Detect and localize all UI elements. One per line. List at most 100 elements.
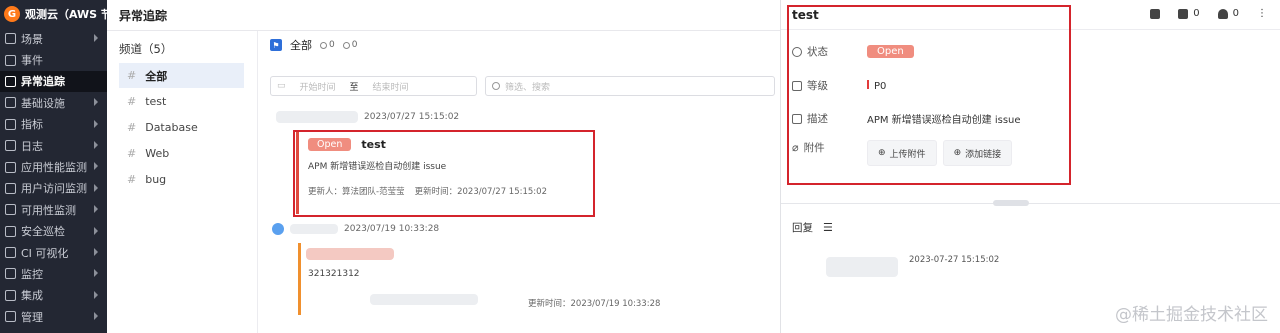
channel-list-title: 频道（5） <box>119 42 173 56</box>
level-marker <box>867 79 869 89</box>
channel-item[interactable]: # test <box>119 89 244 114</box>
chevron-right-icon <box>94 183 98 192</box>
notify-count[interactable]: 0 <box>342 40 357 50</box>
chevron-right-icon <box>94 269 98 278</box>
issue-timeline-header: 2023/07/27 15:15:02 <box>276 111 459 123</box>
chevron-right-icon <box>94 205 98 214</box>
level-row: 等级 P0 <box>792 78 886 93</box>
resize-handle[interactable] <box>993 200 1029 206</box>
sidebar-item-label: 场景 <box>21 32 43 46</box>
status-blurred <box>306 248 394 260</box>
date-range-picker[interactable]: ▭ 开始时间 至 结束时间 <box>270 76 477 96</box>
avatar <box>272 223 284 235</box>
list-icon[interactable]: ☰ <box>823 221 833 234</box>
nav-icon <box>5 204 16 216</box>
sidebar-item[interactable]: 集成 <box>0 285 107 306</box>
issue-card[interactable]: Open test APM 新增错误巡检自动创建 issue 更新人：算法团队-… <box>296 132 594 214</box>
sidebar-item[interactable]: 监控 <box>0 263 107 284</box>
search-input[interactable]: 筛选、搜索 <box>485 76 775 96</box>
card-accent <box>298 243 301 315</box>
hash-icon: # <box>127 69 137 82</box>
nav-icon <box>5 54 16 66</box>
paperclip-icon: ⌀ <box>792 141 799 154</box>
sidebar-item[interactable]: 场景 <box>0 28 107 49</box>
bell-icon <box>1217 8 1228 19</box>
sidebar-item-label: 基础设施 <box>21 96 65 110</box>
channel-item[interactable]: # bug <box>119 167 244 192</box>
sidebar-item[interactable]: 日志 <box>0 135 107 156</box>
status-icon <box>792 46 802 57</box>
issue-detail-panel: test 0 0 ⋮ 状态 Open 等级 P0 描述 APM 新增错误巡检自动… <box>780 0 1280 333</box>
channel-item[interactable]: # Database <box>119 115 244 140</box>
sidebar-item-label: 指标 <box>21 118 43 132</box>
page-title: 异常追踪 <box>119 8 168 23</box>
avatar-blurred <box>276 111 358 123</box>
sidebar-item[interactable]: 可用性监测 <box>0 199 107 220</box>
comment-count[interactable]: 0 <box>1178 8 1200 19</box>
sidebar-item[interactable]: 事件 <box>0 49 107 70</box>
logo-icon: G <box>4 6 20 22</box>
nav-icon <box>5 161 16 173</box>
channel-item[interactable]: # Web <box>119 141 244 166</box>
sidebar-item[interactable]: 应用性能监测 <box>0 156 107 177</box>
calendar-icon: ▭ <box>277 81 286 91</box>
nav-icon <box>5 225 16 237</box>
pin-button[interactable] <box>1150 8 1161 19</box>
date-start: 开始时间 <box>299 82 336 93</box>
avatar-blurred <box>290 224 338 234</box>
issue-desc: 321321312 <box>308 269 360 279</box>
sidebar-item[interactable]: CI 可视化 <box>0 242 107 263</box>
chevron-right-icon <box>94 290 98 299</box>
sidebar-item[interactable]: 用户访问监测 <box>0 178 107 199</box>
reply-author-blurred <box>826 257 898 277</box>
chevron-right-icon <box>94 140 98 149</box>
desc-text[interactable]: APM 新增错误巡检自动创建 issue <box>867 111 1021 126</box>
nav-icon <box>5 33 16 45</box>
panel-title: test <box>792 8 819 22</box>
channel-list: 频道（5） # 全部 # test # Database # Web # bug <box>107 31 258 333</box>
brand[interactable]: G 观测云（AWS 节... <box>0 0 107 28</box>
issue-time: 2023/07/19 10:33:28 <box>344 224 440 234</box>
sidebar-item-label: CI 可视化 <box>21 246 69 260</box>
issue-list-header: ⚑ 全部 0 0 <box>258 31 780 59</box>
add-link-button[interactable]: ⊕ 添加链接 <box>942 140 1013 166</box>
sidebar-item[interactable]: 指标 <box>0 114 107 135</box>
channel-item[interactable]: # 全部 <box>119 63 244 88</box>
date-end: 结束时间 <box>372 82 409 93</box>
sidebar-item-label: 应用性能监测 <box>21 161 87 175</box>
sidebar-item[interactable]: 异常追踪 <box>0 70 107 93</box>
upload-attachment-button[interactable]: ⊕ 上传附件 <box>867 140 937 166</box>
hash-icon: # <box>127 173 137 186</box>
status-select[interactable]: Open <box>867 45 914 58</box>
sidebar-item-label: 监控 <box>21 267 43 281</box>
sidebar-item[interactable]: 基础设施 <box>0 92 107 113</box>
sidebar-item[interactable]: 安全巡检 <box>0 221 107 242</box>
issue-list: ⚑ 全部 0 0 ▭ 开始时间 至 结束时间 筛选、搜索 2023/07/27 … <box>258 31 780 333</box>
sidebar-item-label: 安全巡检 <box>21 225 65 239</box>
search-icon <box>492 82 500 90</box>
issue-card[interactable]: 321321312 更新时间：2023/07/19 10:33:28 <box>298 243 778 315</box>
comment-icon <box>1178 8 1189 19</box>
member-count[interactable]: 0 <box>320 40 335 50</box>
sidebar-item-label: 异常追踪 <box>21 75 65 89</box>
status-badge: Open <box>308 138 352 151</box>
desc-icon <box>792 113 802 124</box>
sidebar: G 观测云（AWS 节... 场景事件异常追踪基础设施指标日志应用性能监测用户访… <box>0 0 107 333</box>
desc-row: 描述 APM 新增错误巡检自动创建 issue <box>792 111 1021 126</box>
chevron-right-icon <box>94 119 98 128</box>
sidebar-item[interactable]: 管理 <box>0 306 107 327</box>
nav-icon <box>5 268 16 280</box>
attach-row: ⌀ 附件 ⊕ 上传附件 ⊕ 添加链接 <box>792 140 1018 166</box>
date-separator: 至 <box>349 82 359 93</box>
level-label: 等级 <box>807 80 828 92</box>
subscribe-count[interactable]: 0 <box>1217 8 1239 19</box>
level-select[interactable]: P0 <box>867 79 886 92</box>
status-row: 状态 Open <box>792 44 914 59</box>
reply-section-title: 回复 ☰ <box>792 221 833 234</box>
card-accent <box>296 132 299 214</box>
issue-updated: 更新时间：2023/07/19 10:33:28 <box>528 299 661 309</box>
more-button[interactable]: ⋮ <box>1257 8 1267 19</box>
sidebar-item-label: 日志 <box>21 139 43 153</box>
channel-label: Database <box>145 121 198 134</box>
panel-header: test 0 0 ⋮ <box>781 0 1280 30</box>
